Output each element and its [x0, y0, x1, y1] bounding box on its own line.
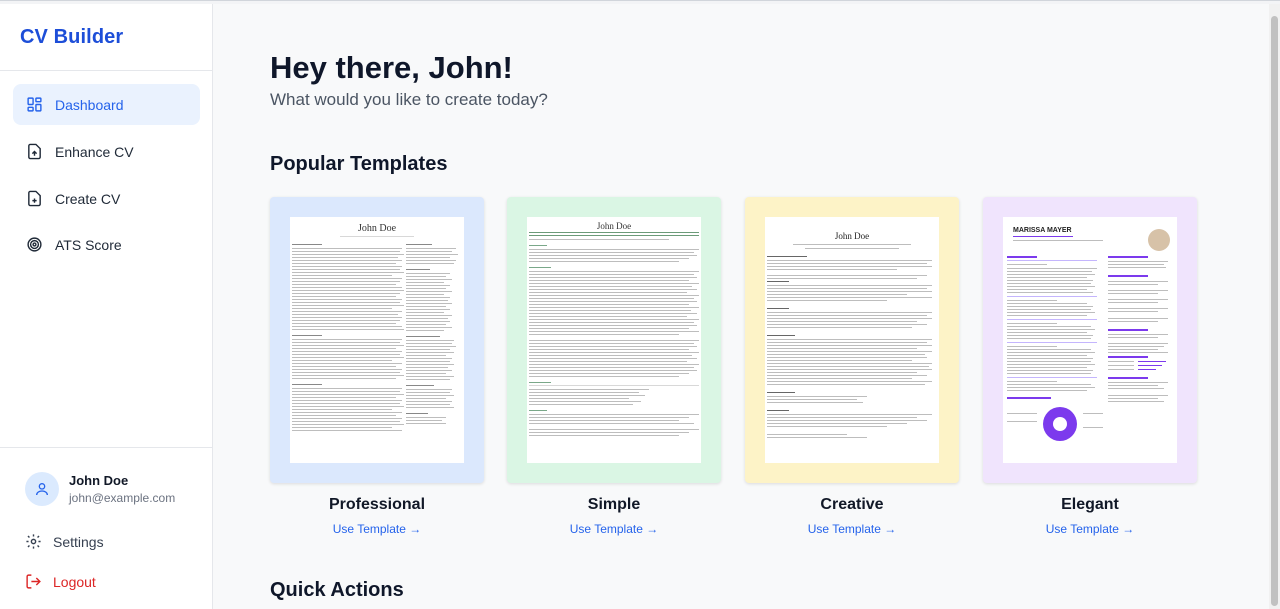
settings-link[interactable]: Settings	[25, 533, 104, 550]
template-card-simple[interactable]: John Doe	[507, 197, 721, 483]
sidebar-item-label: Enhance CV	[55, 143, 134, 160]
preview-name: MARISSA MAYER	[1013, 227, 1072, 234]
main-content: Hey there, John! What would you like to …	[214, 0, 1280, 609]
use-template-simple-link[interactable]: Use Template →	[507, 522, 721, 536]
sidebar: CV Builder Dashboard Enhance CV Create C…	[0, 0, 213, 609]
template-preview-simple: John Doe	[527, 217, 701, 463]
template-name-elegant: Elegant	[1061, 496, 1119, 513]
sidebar-item-ats-score[interactable]: ATS Score	[13, 224, 200, 265]
preview-name: John Doe	[596, 221, 632, 231]
logout-label: Logout	[53, 573, 96, 590]
template-card-elegant[interactable]: MARISSA MAYER	[983, 197, 1197, 483]
user-name: John Doe	[69, 473, 129, 488]
sidebar-item-label: ATS Score	[55, 236, 122, 253]
gear-icon	[26, 534, 41, 549]
quick-actions-heading: Quick Actions	[270, 579, 404, 601]
settings-label: Settings	[53, 533, 104, 550]
file-plus-icon	[28, 190, 41, 207]
use-template-professional-link[interactable]: Use Template →	[270, 522, 484, 536]
preview-name: John Doe	[357, 223, 397, 234]
sidebar-divider	[0, 447, 213, 448]
template-preview-elegant: MARISSA MAYER	[1003, 217, 1177, 463]
dashboard-grid-icon	[27, 97, 42, 112]
preview-pie-center	[1053, 417, 1067, 431]
sidebar-item-create-cv[interactable]: Create CV	[13, 178, 200, 219]
sidebar-item-label: Dashboard	[55, 96, 124, 113]
user-email: john@example.com	[69, 491, 176, 505]
target-icon	[27, 237, 42, 252]
window-top-border	[0, 0, 1280, 4]
sidebar-item-label: Create CV	[55, 190, 121, 207]
popular-templates-heading: Popular Templates	[270, 153, 448, 175]
scrollbar-thumb[interactable]	[1271, 16, 1278, 606]
sidebar-item-dashboard[interactable]: Dashboard	[13, 84, 200, 125]
page-subtitle: What would you like to create today?	[270, 90, 548, 109]
user-profile[interactable]: John Doe john@example.com	[25, 472, 175, 506]
logout-icon	[26, 574, 41, 589]
user-icon	[36, 483, 48, 496]
logout-button[interactable]: Logout	[25, 573, 96, 590]
app-brand[interactable]: CV Builder	[20, 26, 123, 49]
template-name-simple: Simple	[587, 496, 641, 513]
file-upload-icon	[28, 143, 41, 160]
preview-name: John Doe	[834, 231, 870, 241]
use-template-elegant-link[interactable]: Use Template →	[983, 522, 1197, 536]
preview-photo	[1148, 229, 1170, 251]
page-title: Hey there, John!	[270, 50, 513, 85]
sidebar-divider	[0, 70, 213, 71]
template-preview-creative: John Doe	[765, 217, 939, 463]
avatar	[25, 472, 59, 506]
use-template-creative-link[interactable]: Use Template →	[745, 522, 959, 536]
template-card-professional[interactable]: John Doe	[270, 197, 484, 483]
template-card-creative[interactable]: John Doe	[745, 197, 959, 483]
template-preview-professional: John Doe	[290, 217, 464, 463]
template-name-creative: Creative	[820, 496, 884, 513]
vertical-scrollbar[interactable]	[1269, 0, 1280, 609]
template-name-professional: Professional	[328, 496, 426, 513]
sidebar-item-enhance-cv[interactable]: Enhance CV	[13, 131, 200, 172]
